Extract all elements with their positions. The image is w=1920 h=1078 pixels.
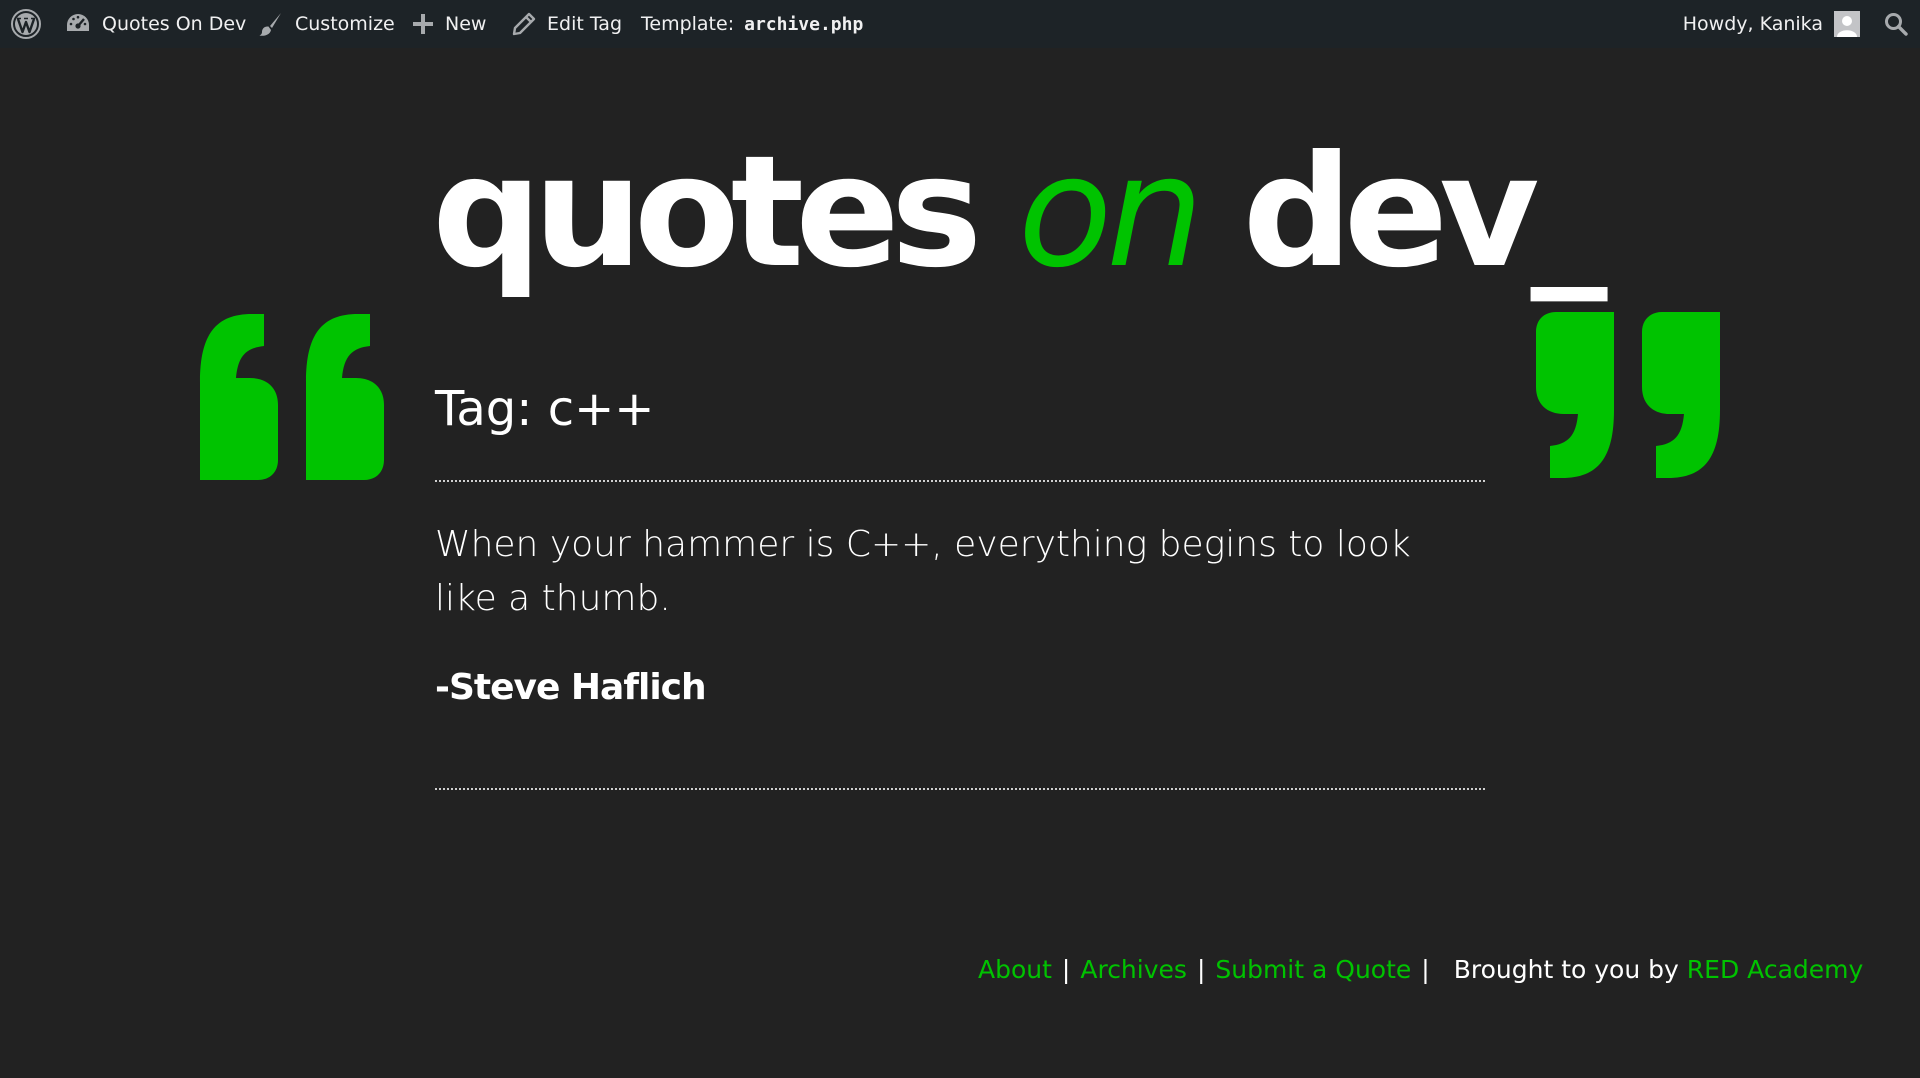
plus-icon: [412, 13, 434, 35]
edit-tag-link[interactable]: Edit Tag: [512, 0, 622, 48]
search-icon: [1884, 12, 1908, 36]
site-name-menu[interactable]: Quotes On Dev: [65, 0, 246, 48]
site-title-dev: dev_: [1242, 123, 1607, 302]
footer-link-red-academy[interactable]: RED Academy: [1687, 955, 1864, 984]
footer-nav: About | Archives | Submit a Quote | Brou…: [978, 948, 1863, 990]
site-title-quotes: quotes: [432, 123, 982, 302]
template-label: Template:: [641, 13, 735, 35]
footer-separator: |: [1196, 954, 1206, 984]
quote-author: -Steve Haflich: [435, 667, 707, 708]
close-quote-icon: [1536, 312, 1726, 484]
user-avatar-icon: [1834, 11, 1860, 37]
open-quote-icon: [194, 312, 384, 484]
account-greeting: Howdy, Kanika: [1682, 13, 1823, 35]
new-content-menu[interactable]: New: [412, 0, 486, 48]
divider-bottom: [435, 788, 1485, 790]
quote-text: When your hammer is C++, everything begi…: [435, 524, 1411, 619]
footer-link-archives[interactable]: Archives: [1080, 955, 1187, 984]
site-title-on: on: [1018, 123, 1204, 302]
footer-credit-text: Brought to you by: [1453, 954, 1679, 984]
my-account-menu[interactable]: Howdy, Kanika: [1683, 0, 1860, 48]
admin-bar: Quotes On Dev Customize New Edit Tag Tem…: [0, 0, 1920, 48]
search-toggle[interactable]: [1884, 0, 1908, 48]
customize-link[interactable]: Customize: [258, 0, 395, 48]
wordpress-menu[interactable]: [10, 0, 42, 48]
customize-label: Customize: [295, 13, 395, 35]
site-name-label: Quotes On Dev: [102, 13, 247, 35]
site-title[interactable]: quotes on dev_: [432, 118, 1608, 308]
new-label: New: [445, 13, 487, 35]
pencil-icon: [512, 12, 536, 36]
footer-link-about[interactable]: About: [978, 955, 1052, 984]
wordpress-logo-icon: [10, 8, 42, 40]
footer-separator: |: [1061, 954, 1071, 984]
divider-top: [435, 480, 1485, 482]
dashboard-icon: [65, 12, 91, 36]
template-file: archive.php: [744, 13, 864, 35]
edit-tag-label: Edit Tag: [547, 13, 622, 35]
footer-link-submit-quote[interactable]: Submit a Quote: [1215, 955, 1411, 984]
template-indicator[interactable]: Template: archive.php: [641, 0, 863, 48]
footer-separator: |: [1421, 954, 1430, 984]
page-title: Tag: c++: [435, 381, 655, 437]
paintbrush-icon: [258, 11, 284, 37]
